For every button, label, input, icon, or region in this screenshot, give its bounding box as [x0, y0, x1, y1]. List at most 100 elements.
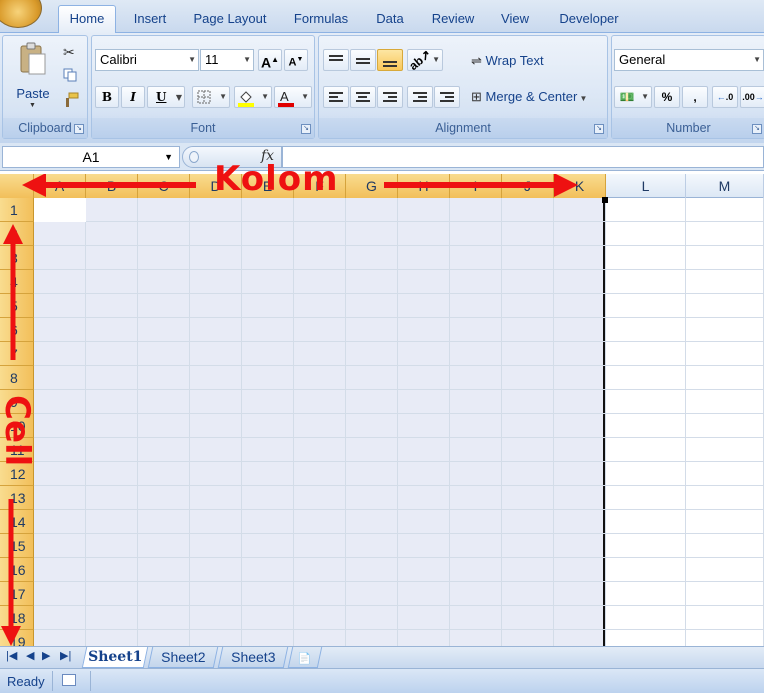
number-format-select[interactable]: General ▼ — [614, 49, 764, 71]
sheet-tab-3[interactable]: Sheet3 — [217, 647, 289, 668]
wrap-text-label: Wrap Text — [485, 53, 544, 68]
chevron-down-icon: ▼ — [164, 152, 173, 162]
clipboard-launcher-icon[interactable]: ↘ — [74, 124, 84, 134]
paste-dropdown-icon[interactable]: ▼ — [29, 102, 36, 109]
align-center-button[interactable] — [350, 86, 376, 108]
last-sheet-icon[interactable]: ▶| — [60, 649, 71, 662]
percent-button[interactable]: % — [654, 86, 680, 108]
borders-icon — [197, 90, 211, 104]
sheet-tab-1[interactable]: Sheet1 — [81, 647, 149, 668]
svg-text:A: A — [280, 89, 289, 104]
chevron-down-icon: ▼ — [301, 92, 309, 101]
chevron-down-icon: ▼ — [243, 55, 251, 64]
insert-sheet-button[interactable]: 📄 — [287, 647, 323, 668]
decrease-decimal-button[interactable]: .00→ — [740, 86, 764, 108]
first-sheet-icon[interactable]: |◀ — [6, 649, 17, 662]
increase-indent-icon — [440, 92, 454, 104]
italic-button[interactable]: I — [121, 86, 145, 108]
cut-icon[interactable]: ✂ — [63, 44, 75, 61]
font-name-value: Calibri — [100, 52, 137, 67]
align-center-icon — [356, 92, 370, 104]
decrease-decimal-icon: .00 — [742, 92, 755, 102]
increase-indent-button[interactable] — [434, 86, 460, 108]
merge-center-label: Merge & Center — [485, 89, 578, 104]
formula-bar: A1 ▼ fx — [0, 143, 764, 171]
grow-font-icon: A — [260, 54, 272, 71]
font-size-select[interactable]: 11 ▼ — [200, 49, 254, 71]
name-box[interactable]: A1 ▼ — [2, 146, 180, 168]
chevron-down-icon: ▼ — [641, 92, 649, 101]
fill-color-button[interactable]: ▼ — [234, 86, 272, 108]
orientation-button[interactable]: ab↗ ▼ — [406, 47, 443, 73]
tab-home[interactable]: Home — [58, 5, 116, 34]
top-align-icon — [329, 55, 343, 63]
splitter-handle[interactable] — [189, 151, 199, 163]
chevron-down-icon: ▼ — [188, 55, 196, 64]
middle-align-icon — [356, 58, 370, 66]
annotation-arrows — [1, 174, 578, 646]
insert-sheet-icon: 📄 — [297, 653, 312, 665]
chevron-down-icon: ▼ — [432, 55, 440, 64]
name-box-value: A1 — [82, 149, 100, 165]
formula-input[interactable] — [282, 146, 764, 168]
align-left-button[interactable] — [323, 86, 349, 108]
wrap-text-icon: ⇌ — [471, 53, 486, 68]
tab-insert[interactable]: Insert — [124, 9, 176, 33]
number-group: General ▼ 💵 ▼ % , ←.0 .00→ Number ↘ — [611, 35, 764, 139]
bold-button[interactable]: B — [95, 86, 119, 108]
tab-formulas[interactable]: Formulas — [286, 9, 356, 33]
ribbon-tab-strip: Home Insert Page Layout Formulas Data Re… — [0, 0, 764, 34]
prev-sheet-icon[interactable]: ◀ — [26, 649, 34, 662]
decrease-indent-button[interactable] — [407, 86, 433, 108]
merge-center-icon: ⊞ — [471, 89, 486, 104]
top-align-button[interactable] — [323, 49, 349, 71]
merge-center-button[interactable]: ⊞ Merge & Center ▼ — [471, 87, 587, 109]
font-group-label: Font — [92, 118, 314, 138]
paste-icon — [20, 42, 46, 75]
wrap-text-button[interactable]: ⇌ Wrap Text — [471, 51, 544, 73]
bottom-align-icon — [383, 61, 397, 69]
middle-align-button[interactable] — [350, 49, 376, 71]
number-launcher-icon[interactable]: ↘ — [752, 124, 762, 134]
office-button[interactable] — [0, 0, 42, 28]
borders-button[interactable]: ▼ — [192, 86, 230, 108]
chevron-down-icon: ▼ — [753, 55, 761, 64]
tab-data[interactable]: Data — [368, 9, 412, 33]
font-color-button[interactable]: A ▼ — [274, 86, 312, 108]
tab-developer[interactable]: Developer — [550, 9, 628, 33]
sheet-tab-2[interactable]: Sheet2 — [147, 647, 219, 668]
currency-button[interactable]: 💵 ▼ — [614, 86, 652, 108]
cell-annotation: Cell — [0, 395, 37, 467]
underline-label: U — [156, 90, 167, 104]
paste-button[interactable] — [17, 42, 47, 82]
underline-button[interactable]: U ▼ — [147, 86, 185, 108]
tab-review[interactable]: Review — [424, 9, 482, 33]
decrease-indent-icon — [413, 92, 427, 104]
next-sheet-icon[interactable]: ▶ — [42, 649, 50, 662]
sheet-tab-bar: |◀ ◀ ▶ ▶| Sheet1 Sheet2 Sheet3 📄 — [0, 646, 764, 668]
number-format-value: General — [619, 52, 666, 67]
increase-decimal-button[interactable]: ←.0 — [712, 86, 738, 108]
macro-record-icon[interactable] — [62, 674, 76, 686]
status-divider — [90, 671, 91, 691]
status-bar: Ready — [0, 668, 764, 693]
tab-view[interactable]: View — [494, 9, 536, 33]
chevron-down-icon: ▼ — [261, 92, 269, 101]
column-annotation: Kolom — [214, 159, 339, 199]
alignment-launcher-icon[interactable]: ↘ — [594, 124, 604, 134]
comma-button[interactable]: , — [682, 86, 708, 108]
align-left-icon — [329, 92, 343, 104]
copy-icon[interactable] — [63, 68, 77, 82]
font-size-value: 11 — [205, 52, 219, 67]
format-painter-icon[interactable] — [63, 92, 79, 107]
bottom-align-button[interactable] — [377, 49, 403, 71]
font-name-select[interactable]: Calibri ▼ — [95, 49, 199, 71]
font-launcher-icon[interactable]: ↘ — [301, 124, 311, 134]
shrink-font-button[interactable]: A▼ — [284, 49, 308, 71]
tab-page-layout[interactable]: Page Layout — [186, 9, 274, 33]
align-right-button[interactable] — [377, 86, 403, 108]
grow-font-button[interactable]: A▲ — [258, 49, 282, 71]
orientation-icon: ab↗ — [406, 46, 434, 74]
sheet-tab-label: Sheet1 — [87, 649, 143, 665]
worksheet-grid: ABCDEFGHIJKLM 12345678910111213141516171… — [0, 174, 764, 646]
